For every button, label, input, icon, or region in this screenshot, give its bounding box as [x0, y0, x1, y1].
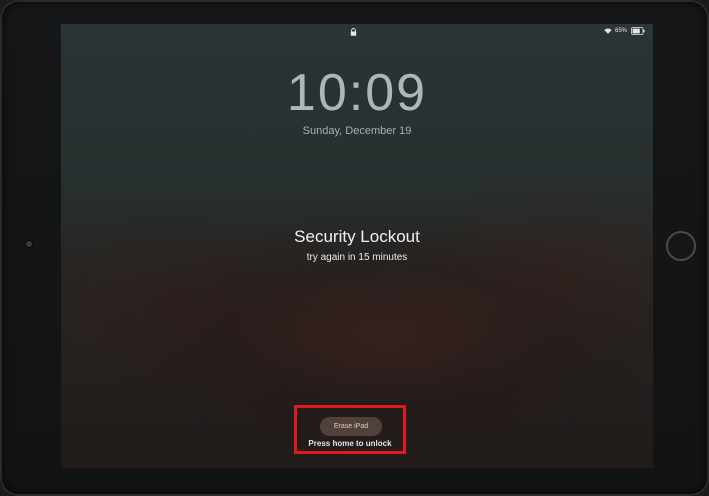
battery-percentage: 65% — [615, 28, 628, 34]
ipad-device: 65% 10:09 Sunday, December 19 Security L… — [0, 0, 709, 496]
lock-screen: 65% 10:09 Sunday, December 19 Security L… — [61, 24, 653, 468]
front-camera — [26, 241, 32, 247]
erase-ipad-button[interactable]: Erase iPad — [320, 417, 382, 436]
battery-icon — [631, 27, 645, 35]
wifi-icon — [604, 28, 612, 34]
lock-screen-clock: 10:09 — [286, 64, 428, 122]
home-button[interactable] — [666, 231, 696, 261]
status-bar: 65% — [61, 24, 653, 40]
lock-icon — [350, 28, 357, 36]
security-lockout-title: Security Lockout — [294, 227, 420, 246]
press-home-hint: Press home to unlock — [308, 439, 392, 448]
lock-screen-date: Sunday, December 19 — [302, 125, 412, 137]
lockout-retry-message: try again in 15 minutes — [306, 252, 408, 263]
